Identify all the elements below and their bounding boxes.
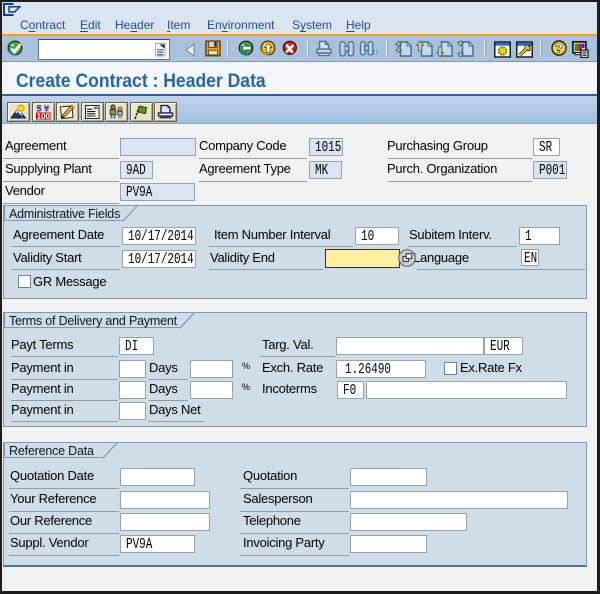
svg-text:100: 100 bbox=[36, 112, 50, 120]
svg-text:?: ? bbox=[555, 41, 563, 55]
